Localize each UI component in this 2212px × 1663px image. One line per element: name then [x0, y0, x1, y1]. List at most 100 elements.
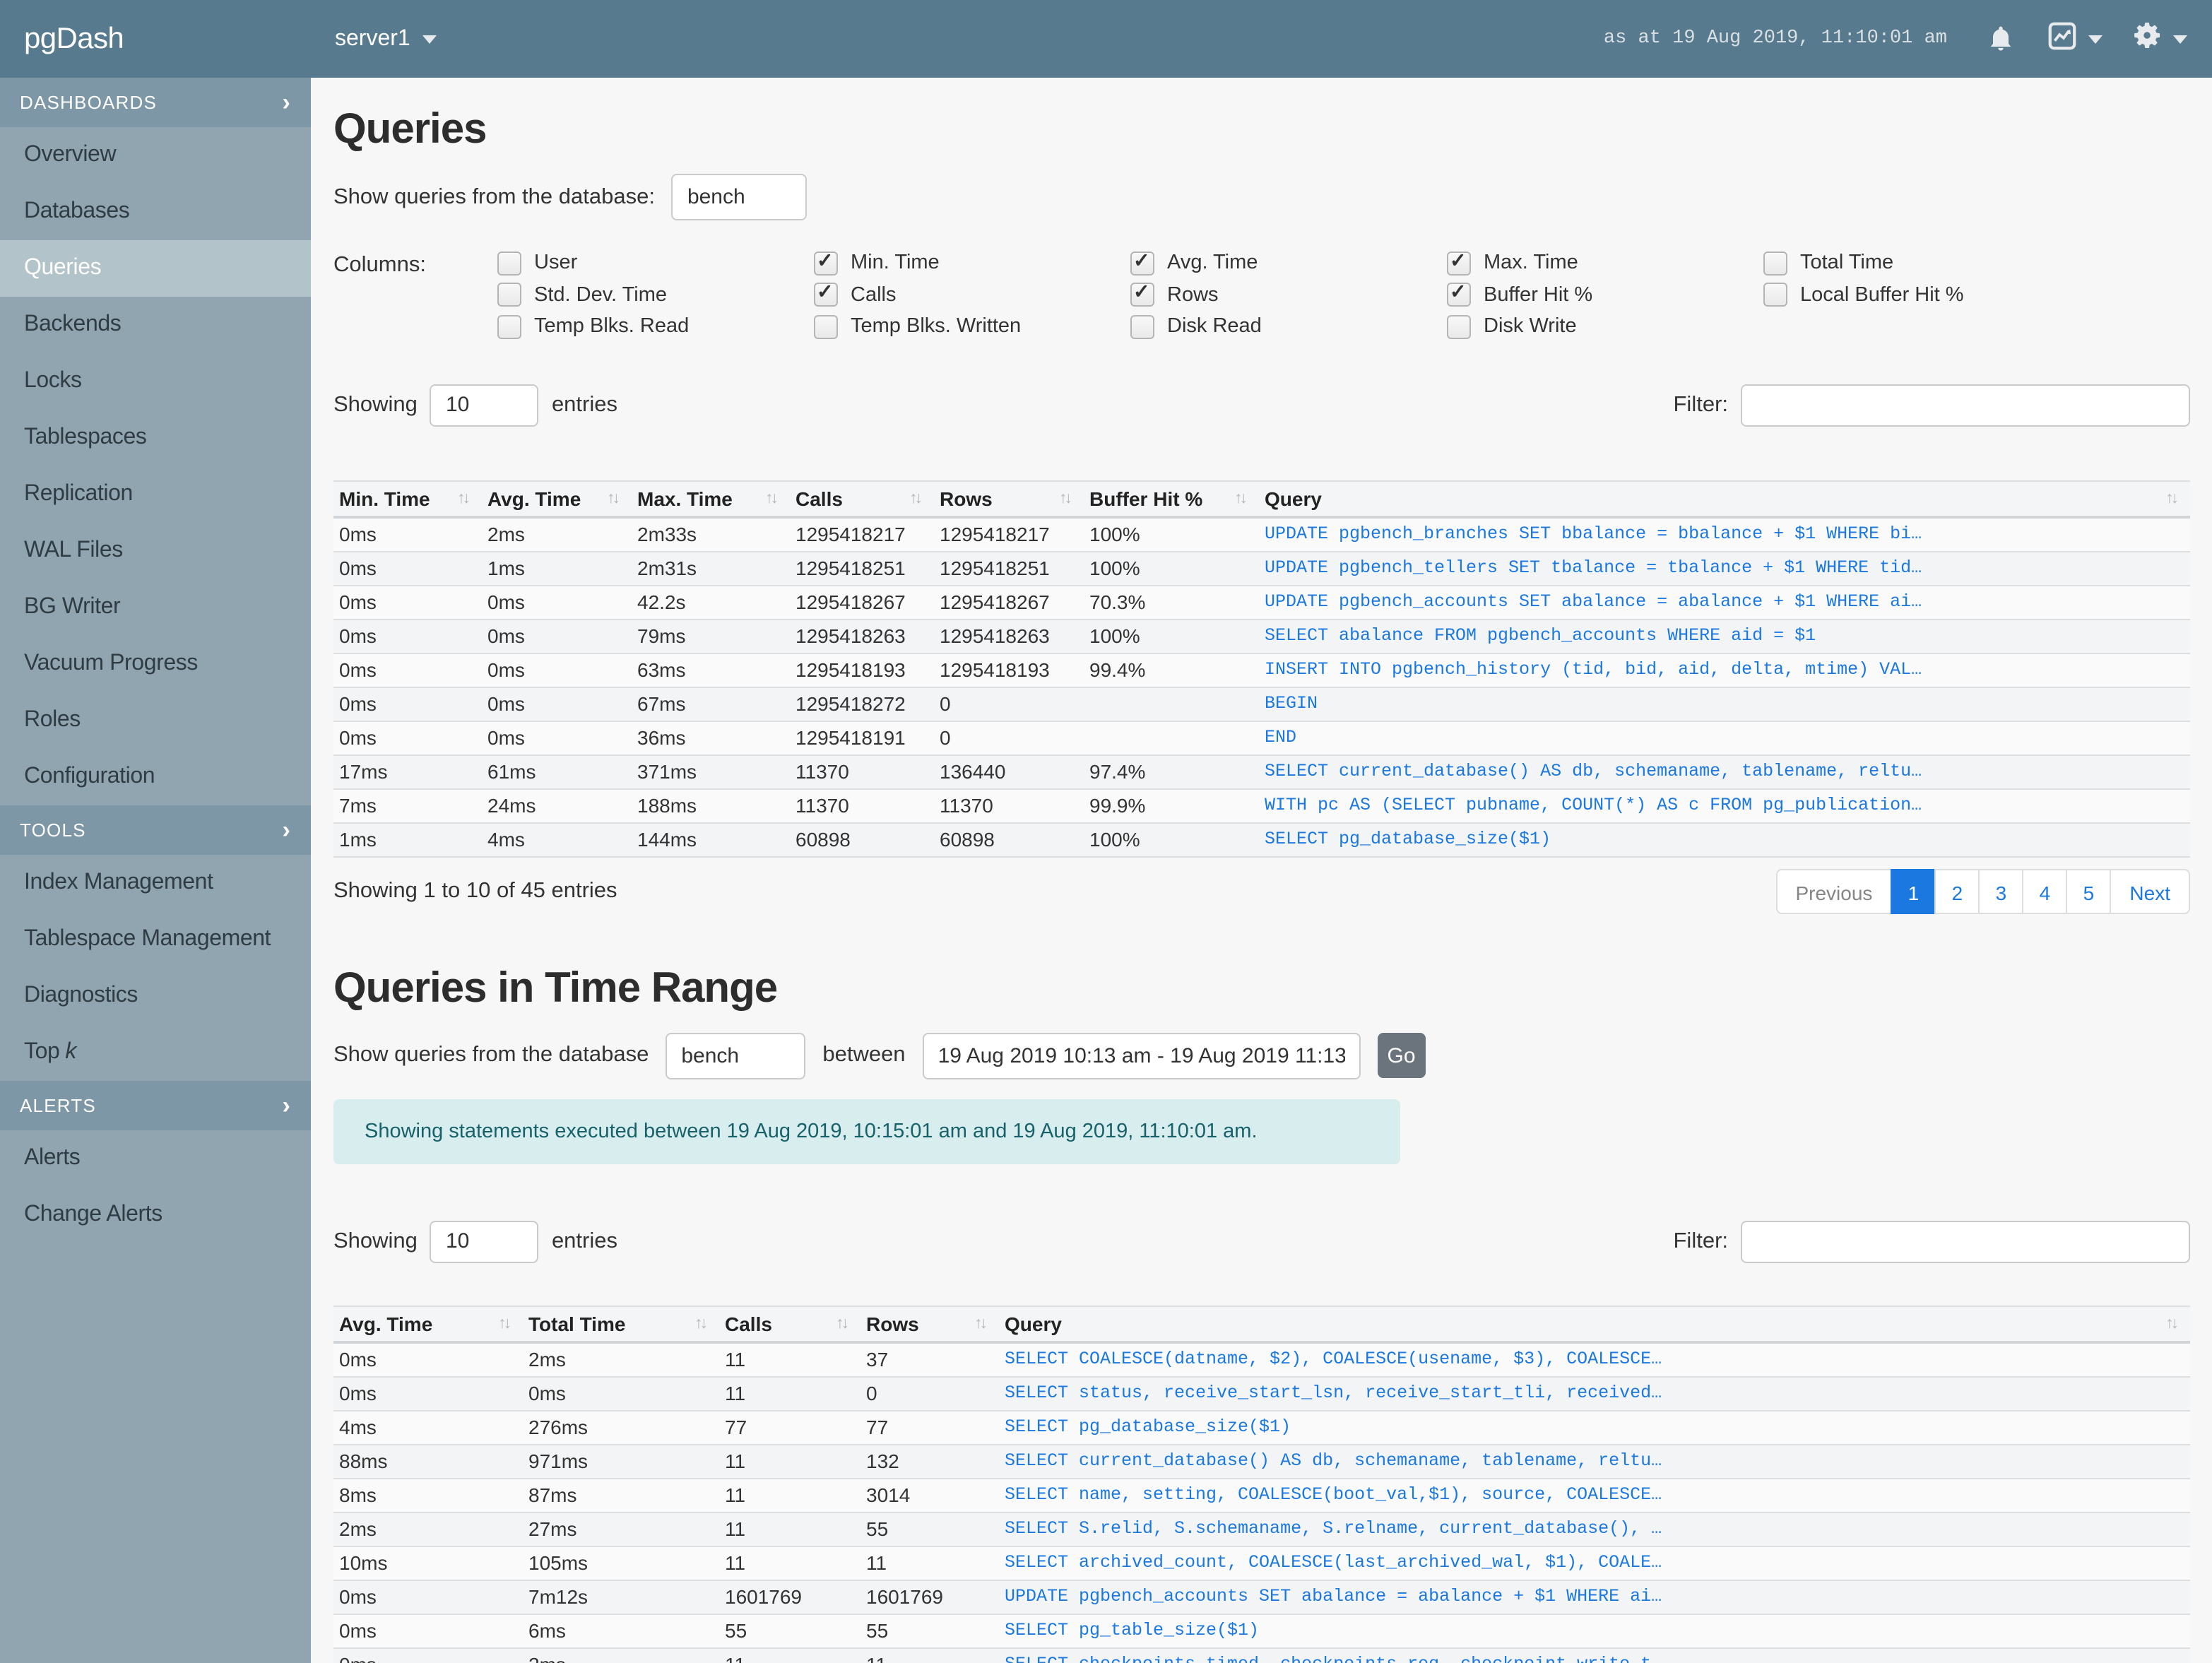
- column-header[interactable]: Query ↑↓: [999, 1306, 2190, 1340]
- time-range-input[interactable]: [922, 1032, 1361, 1079]
- filter-input[interactable]: [1741, 384, 2190, 426]
- column-toggle[interactable]: Avg. Time: [1130, 248, 1447, 275]
- query-link[interactable]: SELECT status, receive_start_lsn, receiv…: [999, 1377, 2190, 1409]
- go-button[interactable]: Go: [1377, 1033, 1426, 1078]
- previous-page-button[interactable]: Previous: [1775, 868, 1893, 913]
- entries-label: entries: [551, 1229, 617, 1253]
- column-toggle[interactable]: Calls: [814, 280, 1130, 307]
- column-toggle-label: Temp Blks. Written: [851, 315, 1022, 338]
- column-toggle-label: User: [534, 251, 578, 274]
- query-link[interactable]: SELECT pg_database_size($1): [999, 1411, 2190, 1443]
- sidebar-item[interactable]: Configuration: [0, 749, 311, 805]
- column-toggle[interactable]: Max. Time: [1447, 248, 1763, 275]
- sidebar-section-header[interactable]: TOOLS ›: [0, 805, 311, 855]
- next-page-button[interactable]: Next: [2110, 868, 2190, 913]
- query-link[interactable]: SELECT COALESCE(datname, $2), COALESCE(u…: [999, 1343, 2190, 1375]
- columns-caption: Columns:: [333, 253, 426, 277]
- sidebar-item[interactable]: Vacuum Progress: [0, 636, 311, 692]
- column-toggle[interactable]: Rows: [1130, 280, 1447, 307]
- sidebar-item[interactable]: Roles: [0, 692, 311, 749]
- sidebar-item[interactable]: Queries: [0, 240, 311, 297]
- column-header[interactable]: Query ↑↓: [1259, 481, 2190, 515]
- server-selector[interactable]: server1: [335, 26, 437, 52]
- query-link[interactable]: WITH pc AS (SELECT pubname, COUNT(*) AS …: [1259, 789, 2190, 822]
- query-row: 0ms 7m12s 1601769 1601769 UPDATE pgbench…: [333, 1580, 2190, 1614]
- sidebar-item[interactable]: Backends: [0, 297, 311, 353]
- page-button[interactable]: 3: [1978, 868, 2024, 913]
- column-header[interactable]: Calls ↑↓: [719, 1306, 860, 1340]
- sidebar-item[interactable]: Change Alerts: [0, 1187, 311, 1243]
- column-toggle[interactable]: Temp Blks. Written: [814, 314, 1130, 338]
- sidebar-section-header[interactable]: DASHBOARDS ›: [0, 78, 311, 127]
- page-button[interactable]: 2: [1934, 868, 1980, 913]
- column-toggle[interactable]: Temp Blks. Read: [497, 314, 814, 338]
- query-link[interactable]: UPDATE pgbench_accounts SET abalance = a…: [999, 1580, 2190, 1613]
- query-link[interactable]: SELECT abalance FROM pgbench_accounts WH…: [1259, 620, 2190, 652]
- column-toggle[interactable]: Disk Write: [1447, 314, 1763, 338]
- column-toggle[interactable]: User: [497, 251, 814, 275]
- sidebar-item[interactable]: BG Writer: [0, 579, 311, 636]
- column-header[interactable]: Min. Time ↑↓: [333, 481, 482, 515]
- column-header[interactable]: Rows ↑↓: [934, 481, 1084, 515]
- column-header[interactable]: Buffer Hit % ↑↓: [1084, 481, 1259, 515]
- sidebar-item[interactable]: Tablespace Management: [0, 911, 311, 968]
- sidebar-item[interactable]: WAL Files: [0, 523, 311, 579]
- sidebar-item[interactable]: Replication: [0, 466, 311, 523]
- query-link[interactable]: INSERT INTO pgbench_history (tid, bid, a…: [1259, 653, 2190, 686]
- query-link[interactable]: SELECT current_database() AS db, scheman…: [999, 1445, 2190, 1477]
- settings-gear-menu-button[interactable]: [2132, 20, 2187, 58]
- database-input[interactable]: [671, 174, 808, 220]
- sidebar-section-header[interactable]: ALERTS ›: [0, 1081, 311, 1130]
- query-link[interactable]: SELECT checkpoints_timed, checkpoints_re…: [999, 1648, 2190, 1663]
- page-button[interactable]: 4: [2022, 868, 2068, 913]
- column-toggle[interactable]: Std. Dev. Time: [497, 283, 814, 307]
- column-toggle[interactable]: Min. Time: [814, 248, 1130, 275]
- column-toggle[interactable]: Disk Read: [1130, 314, 1447, 338]
- column-header[interactable]: Avg. Time ↑↓: [482, 481, 632, 515]
- charts-menu-button[interactable]: [2046, 19, 2102, 59]
- column-toggle-label: Total Time: [1800, 251, 1894, 274]
- column-header[interactable]: Calls ↑↓: [790, 481, 934, 515]
- query-link[interactable]: UPDATE pgbench_tellers SET tbalance = tb…: [1259, 552, 2190, 584]
- column-toggle[interactable]: Local Buffer Hit %: [1763, 283, 2080, 307]
- sidebar-item[interactable]: Locks: [0, 353, 311, 410]
- sidebar-section: DASHBOARDS › Overview Databases Queries …: [0, 78, 311, 805]
- rows-cell: 11370: [940, 793, 993, 816]
- query-link[interactable]: SELECT name, setting, COALESCE(boot_val,…: [999, 1479, 2190, 1511]
- sidebar-item[interactable]: Tablespaces: [0, 410, 311, 466]
- sidebar-item[interactable]: Databases: [0, 184, 311, 240]
- column-toggle[interactable]: Total Time: [1763, 251, 2080, 275]
- checkbox-icon: [1130, 280, 1154, 307]
- query-link[interactable]: SELECT pg_database_size($1): [1259, 823, 2190, 856]
- notifications-bell-icon[interactable]: [1985, 23, 2016, 54]
- entries-count-input[interactable]: [430, 1220, 539, 1262]
- filter-input[interactable]: [1741, 1220, 2190, 1262]
- buffer-hit-cell: 100%: [1089, 827, 1140, 850]
- sidebar-item[interactable]: Alerts: [0, 1130, 311, 1187]
- column-header[interactable]: Max. Time ↑↓: [632, 481, 790, 515]
- sidebar-item[interactable]: Index Management: [0, 855, 311, 911]
- query-link[interactable]: SELECT current_database() AS db, scheman…: [1259, 755, 2190, 788]
- query-link[interactable]: END: [1259, 721, 2190, 754]
- sidebar-item-label: BG Writer: [24, 595, 121, 619]
- query-link[interactable]: SELECT archived_count, COALESCE(last_arc…: [999, 1546, 2190, 1579]
- column-header[interactable]: Rows ↑↓: [860, 1306, 999, 1340]
- column-header[interactable]: Total Time ↑↓: [523, 1306, 719, 1340]
- query-link[interactable]: UPDATE pgbench_branches SET bbalance = b…: [1259, 518, 2190, 550]
- query-link[interactable]: BEGIN: [1259, 687, 2190, 720]
- query-link[interactable]: UPDATE pgbench_accounts SET abalance = a…: [1259, 586, 2190, 618]
- checkbox-column: Total Time Local Buffer Hit %: [1763, 251, 2080, 347]
- entries-label: entries: [551, 392, 617, 416]
- sidebar-item[interactable]: Top k: [0, 1024, 311, 1081]
- sidebar-item-label: Diagnostics: [24, 983, 138, 1007]
- column-toggle[interactable]: Buffer Hit %: [1447, 280, 1763, 307]
- query-link[interactable]: SELECT S.relid, S.schemaname, S.relname,…: [999, 1513, 2190, 1545]
- column-header[interactable]: Avg. Time ↑↓: [333, 1306, 523, 1340]
- sidebar-item[interactable]: Diagnostics: [0, 968, 311, 1024]
- query-link[interactable]: SELECT pg_table_size($1): [999, 1614, 2190, 1647]
- page-button[interactable]: 1: [1891, 868, 1936, 913]
- entries-count-input[interactable]: [430, 384, 539, 426]
- database-input[interactable]: [666, 1032, 806, 1079]
- page-button[interactable]: 5: [2066, 868, 2112, 913]
- sidebar-item[interactable]: Overview: [0, 127, 311, 184]
